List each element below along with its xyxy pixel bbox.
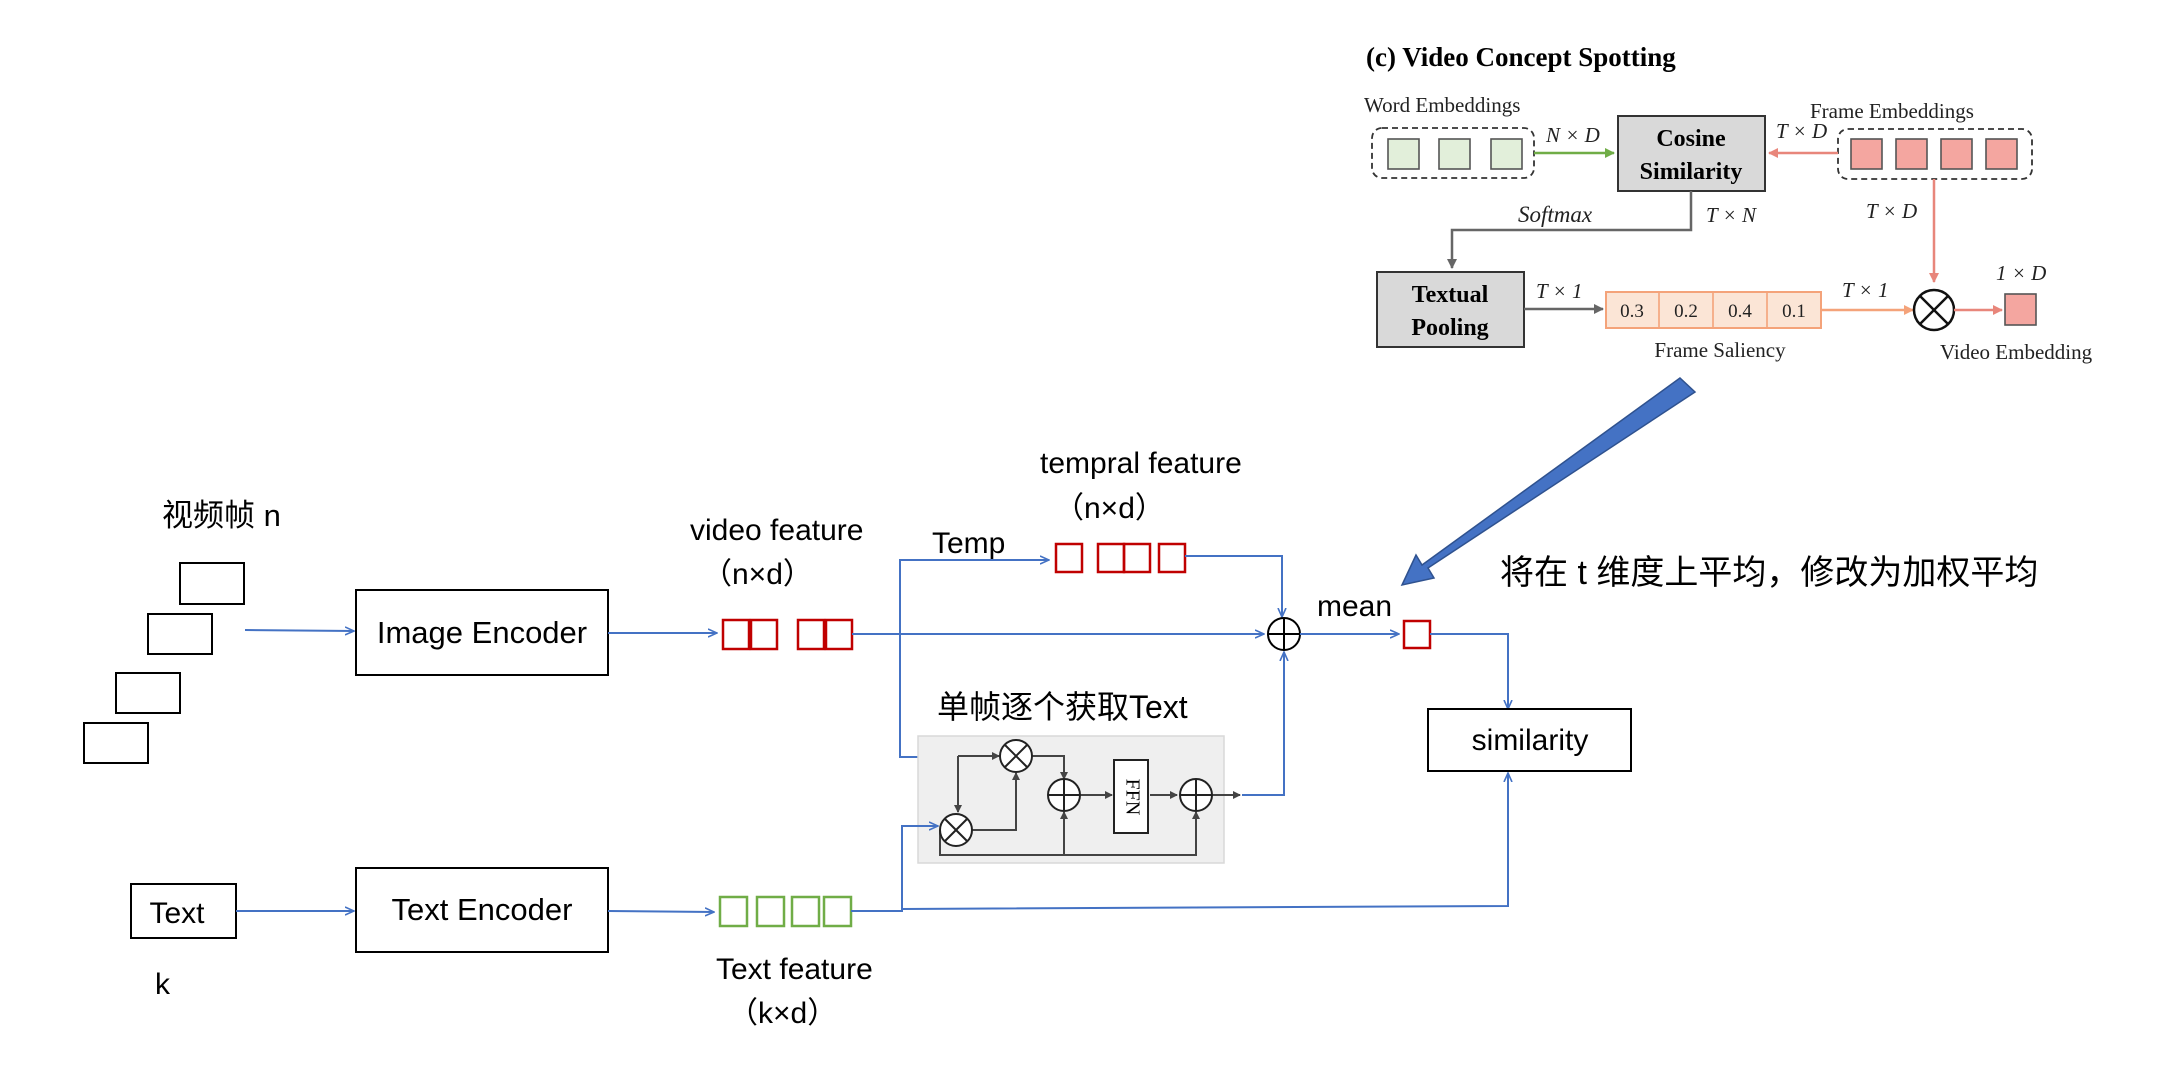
temporal-to-sum-arrow <box>1185 555 1282 617</box>
per-frame-to-sum-arrow <box>1242 652 1284 796</box>
frame-embedding-cell <box>1895 138 1928 170</box>
inset-title: (c) Video Concept Spotting <box>1366 42 1676 72</box>
txn-label: T × N <box>1706 203 1757 227</box>
video-feature-dim: （n×d） <box>702 558 813 591</box>
video-feature-label: video feature <box>690 514 863 547</box>
sum-operator <box>1267 617 1301 651</box>
add-operator <box>1047 778 1081 812</box>
mean-to-similarity-arrow <box>1430 633 1508 709</box>
frame-saliency-bar: 0.3 0.2 0.4 0.1 <box>1605 291 1822 329</box>
temporal-feature-label: tempral feature <box>1040 447 1242 480</box>
diagram-canvas: (c) Video Concept Spotting Word Embeddin… <box>83 42 2093 1030</box>
video-embedding-label: Video Embedding <box>1940 340 2093 364</box>
tx1-right-label: T × 1 <box>1842 278 1888 302</box>
cosine-label-line2: Similarity <box>1640 159 1743 185</box>
video-frame <box>115 672 181 714</box>
video-feature-cell <box>824 618 854 651</box>
text-input-label: Text <box>149 897 205 930</box>
video-feature-cell <box>721 618 751 651</box>
txd-right-label: T × D <box>1866 199 1917 223</box>
video-frames-stack <box>83 562 245 764</box>
text-feature-dim: （k×d） <box>728 997 837 1030</box>
word-embedding-cell <box>1438 138 1471 170</box>
temporal-feature-cell <box>1122 542 1152 574</box>
video-feature-cells <box>721 618 854 651</box>
word-embeddings-label: Word Embeddings <box>1364 93 1520 117</box>
text-encoder-label: Text Encoder <box>392 892 573 927</box>
pooling-label-line2: Pooling <box>1411 315 1488 341</box>
frame-saliency-label: Frame Saliency <box>1654 338 1786 362</box>
txd-top-label: T × D <box>1776 119 1827 143</box>
similarity-label: similarity <box>1472 724 1589 757</box>
encoder-to-text-feature-arrow <box>607 911 714 912</box>
one-x-d-label: 1 × D <box>1996 261 2046 285</box>
frames-to-encoder-arrow <box>244 630 354 631</box>
video-feature-cell <box>796 618 826 651</box>
video-embedding-cell <box>2004 293 2037 326</box>
video-feature-cell <box>749 618 779 651</box>
video-frame <box>147 613 213 655</box>
temporal-feature-cells <box>1054 542 1187 574</box>
word-embedding-cell <box>1387 138 1420 170</box>
frame-embedding-cell <box>1985 138 2018 170</box>
per-frame-text-module: FFN <box>917 735 1241 864</box>
mean-label: mean <box>1317 590 1392 623</box>
video-frame <box>83 722 149 764</box>
mean-feature-cell <box>1402 619 1432 650</box>
saliency-value: 0.2 <box>1674 301 1698 322</box>
frame-embedding-cell <box>1940 138 1973 170</box>
temporal-feature-cell <box>1096 542 1126 574</box>
per-frame-label: 单帧逐个获取Text <box>937 689 1188 725</box>
text-feature-cell <box>718 895 749 928</box>
text-feature-label: Text feature <box>716 953 873 986</box>
temporal-feature-cell <box>1054 542 1084 574</box>
image-encoder-label: Image Encoder <box>377 615 587 650</box>
softmax-label: Softmax <box>1518 202 1593 227</box>
text-feature-cell <box>790 895 821 928</box>
multiply-operator <box>999 739 1033 773</box>
text-feature-cell <box>755 895 786 928</box>
multiply-operator <box>939 813 973 847</box>
temporal-feature-dim: （n×d） <box>1054 492 1165 525</box>
video-frame <box>179 562 245 605</box>
nxd-label: N × D <box>1545 123 1600 147</box>
ffn-label: FFN <box>1121 779 1143 816</box>
saliency-value: 0.3 <box>1620 301 1644 322</box>
text-feature-cells <box>718 895 853 928</box>
saliency-value: 0.4 <box>1728 301 1752 322</box>
word-embedding-cell <box>1490 138 1523 170</box>
temporal-feature-cell <box>1157 542 1187 574</box>
frame-embedding-cell <box>1850 138 1883 170</box>
temp-label: Temp <box>932 527 1005 560</box>
frame-embeddings-label: Frame Embeddings <box>1810 99 1974 123</box>
temp-branch-arrow <box>899 560 1049 634</box>
modification-annotation: 将在 t 维度上平均，修改为加权平均 <box>1500 554 2038 592</box>
tx1-left-label: T × 1 <box>1536 279 1582 303</box>
weighted-product-operator <box>1912 288 1956 332</box>
k-label: k <box>155 968 171 1001</box>
text-feature-cell <box>822 895 853 928</box>
cosine-label-line1: Cosine <box>1656 126 1726 152</box>
inset-video-concept-spotting: (c) Video Concept Spotting Word Embeddin… <box>1364 42 2093 364</box>
video-frames-label: 视频帧 n <box>162 498 281 533</box>
add-operator <box>1179 778 1213 812</box>
saliency-value: 0.1 <box>1782 301 1806 322</box>
pooling-label-line1: Textual <box>1412 282 1489 308</box>
